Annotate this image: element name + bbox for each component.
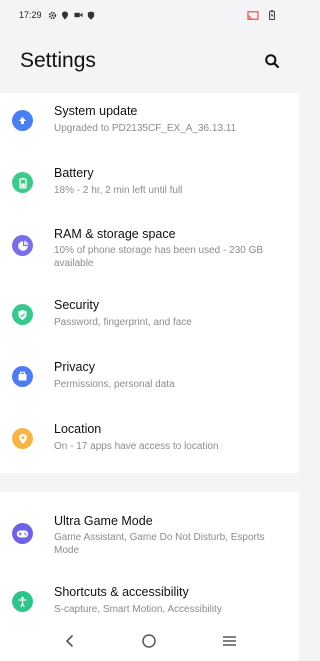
settings-item-location[interactable]: Location On - 17 apps have access to loc… xyxy=(0,422,299,478)
status-time: 17:29 xyxy=(19,10,42,20)
location-status-icon xyxy=(61,10,70,20)
page-header: Settings xyxy=(0,38,299,84)
settings-item-battery[interactable]: Battery 18% - 2 hr, 2 min left until ful… xyxy=(0,165,299,221)
settings-item-subtitle: 18% - 2 hr, 2 min left until full xyxy=(54,185,183,196)
settings-item-label: Privacy xyxy=(54,360,95,374)
settings-item-ram-storage[interactable]: RAM & storage space 10% of phone storage… xyxy=(0,227,299,297)
settings-item-subtitle: Password, fingerprint, and face xyxy=(54,317,192,328)
video-icon xyxy=(73,11,83,20)
shield-icon xyxy=(12,304,33,325)
gear-icon xyxy=(48,11,57,20)
settings-item-subtitle: Permissions, personal data xyxy=(54,379,175,390)
settings-item-subtitle: 10% of phone storage has been used - 230… xyxy=(54,245,264,269)
accessibility-icon xyxy=(12,591,33,612)
gamepad-icon xyxy=(12,523,33,544)
settings-item-subtitle: S-capture, Smart Motion, Accessibility xyxy=(54,604,222,615)
lock-icon xyxy=(12,366,33,387)
settings-item-subtitle: Game Assistant, Game Do Not Disturb, Esp… xyxy=(54,532,265,556)
shield-status-icon xyxy=(87,10,96,20)
system-nav-bar xyxy=(0,620,299,661)
settings-item-security[interactable]: Security Password, fingerprint, and face xyxy=(0,298,299,354)
back-icon[interactable] xyxy=(58,629,82,653)
settings-item-label: System update xyxy=(54,104,138,118)
settings-item-label: RAM & storage space xyxy=(54,227,176,241)
status-bar: 17:29 xyxy=(0,0,299,30)
settings-item-label: Location xyxy=(54,422,102,436)
battery-icon xyxy=(12,172,33,193)
home-icon[interactable] xyxy=(137,629,161,653)
settings-item-ultra-game-mode[interactable]: Ultra Game Mode Game Assistant, Game Do … xyxy=(0,512,299,572)
settings-item-label: Shortcuts & accessibility xyxy=(54,585,189,599)
battery-status-icon xyxy=(267,10,276,20)
settings-item-label: Security xyxy=(54,298,100,312)
menu-icon[interactable] xyxy=(217,629,241,653)
cast-icon xyxy=(247,10,259,20)
pie-chart-icon xyxy=(12,235,33,256)
settings-item-subtitle: Upgraded to PD2135CF_EX_A_36.13.11 xyxy=(54,123,237,134)
location-pin-icon xyxy=(12,428,33,449)
settings-group-main: System update Upgraded to PD2135CF_EX_A_… xyxy=(0,93,299,473)
page-title: Settings xyxy=(20,49,96,72)
settings-item-label: Ultra Game Mode xyxy=(54,514,153,528)
settings-item-privacy[interactable]: Privacy Permissions, personal data xyxy=(0,360,299,416)
settings-item-system-update[interactable]: System update Upgraded to PD2135CF_EX_A_… xyxy=(0,103,299,159)
upload-icon xyxy=(12,110,33,131)
settings-item-label: Battery xyxy=(54,166,94,180)
settings-item-subtitle: On - 17 apps have access to location xyxy=(54,441,219,452)
search-icon[interactable] xyxy=(263,52,281,70)
